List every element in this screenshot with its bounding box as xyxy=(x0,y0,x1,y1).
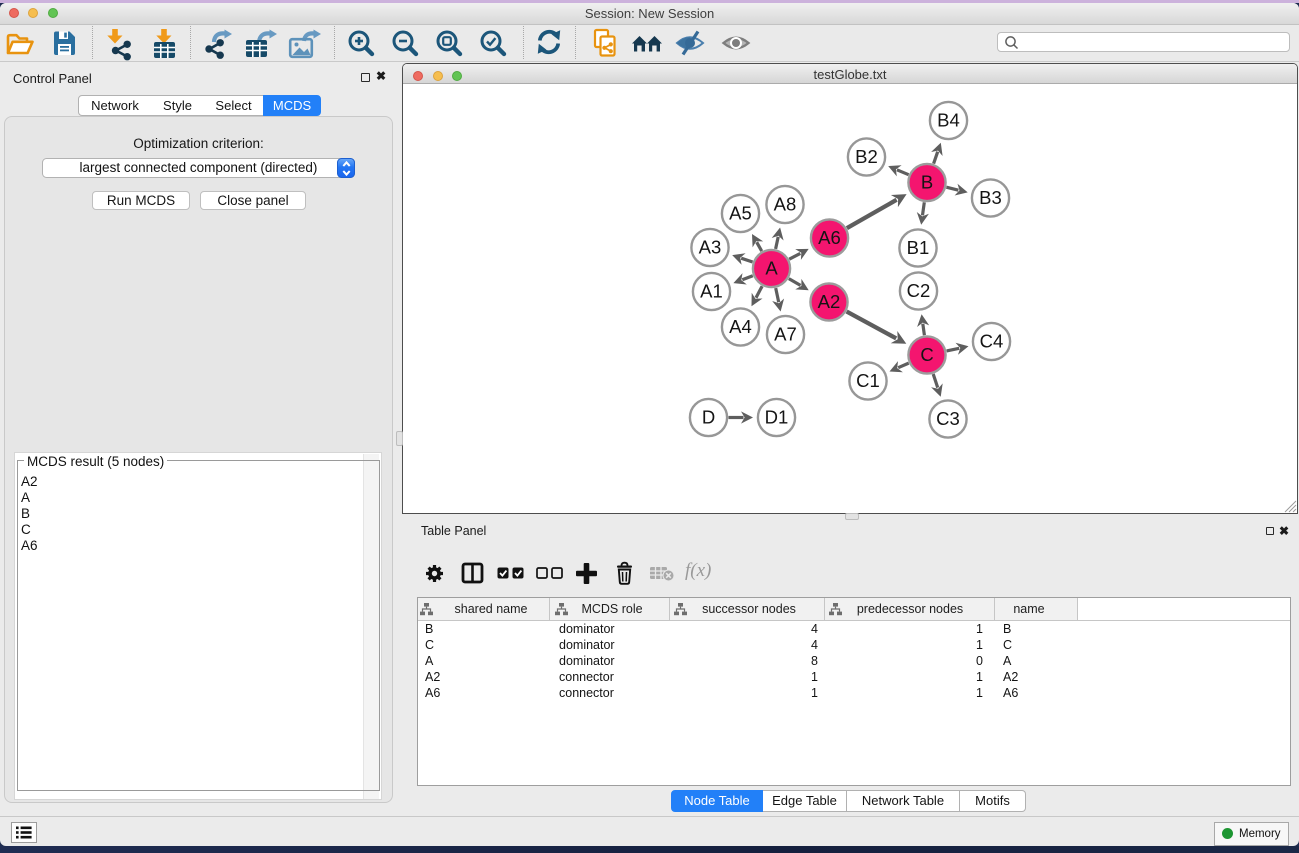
svg-text:A4: A4 xyxy=(729,316,752,337)
svg-text:C4: C4 xyxy=(980,331,1004,352)
svg-text:B1: B1 xyxy=(907,237,930,258)
svg-text:C3: C3 xyxy=(936,408,960,429)
svg-text:B: B xyxy=(921,172,933,193)
svg-text:A8: A8 xyxy=(774,194,797,215)
svg-text:A: A xyxy=(765,258,778,279)
svg-text:B4: B4 xyxy=(937,110,960,131)
svg-text:A7: A7 xyxy=(774,324,797,345)
svg-text:A5: A5 xyxy=(729,203,752,224)
svg-text:B3: B3 xyxy=(979,187,1002,208)
svg-text:A3: A3 xyxy=(699,237,722,258)
svg-text:A1: A1 xyxy=(700,281,723,302)
svg-text:D1: D1 xyxy=(765,407,789,428)
svg-text:C: C xyxy=(920,344,933,365)
svg-text:B2: B2 xyxy=(855,146,878,167)
svg-text:A6: A6 xyxy=(818,227,841,248)
svg-text:A2: A2 xyxy=(818,291,841,312)
svg-text:D: D xyxy=(702,407,715,428)
svg-text:C2: C2 xyxy=(907,280,931,301)
svg-text:C1: C1 xyxy=(856,370,880,391)
